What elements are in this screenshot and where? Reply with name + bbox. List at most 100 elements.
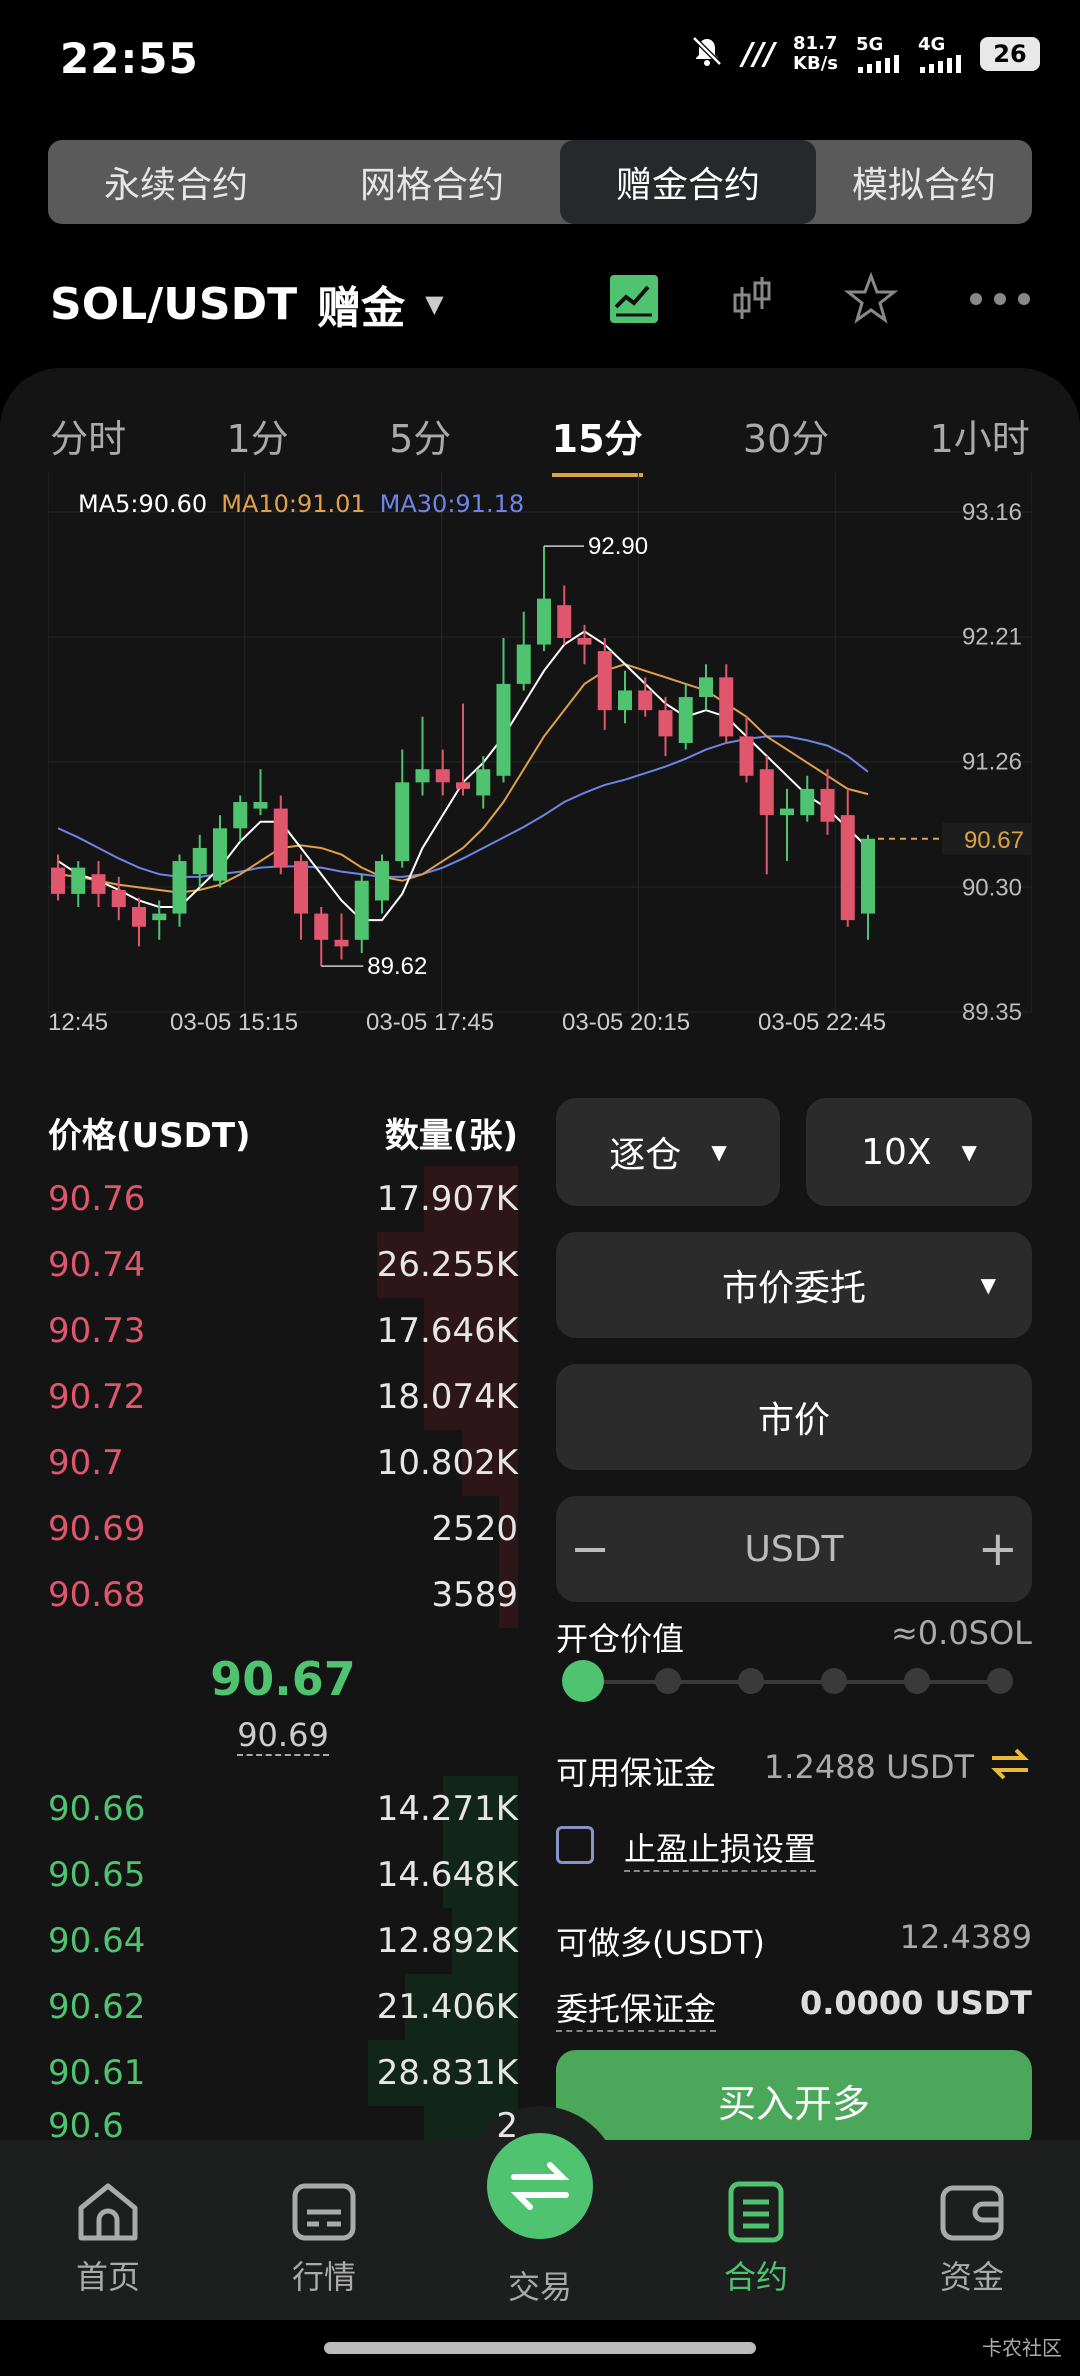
tab-demo[interactable]: 模拟合约 <box>816 140 1032 224</box>
slider-tick[interactable] <box>904 1668 930 1694</box>
nav-home[interactable]: 首页 <box>28 2180 188 2298</box>
slider-knob[interactable] <box>562 1660 604 1702</box>
ask-row[interactable]: 90.74 26.255K <box>48 1232 518 1298</box>
margin-mode-select[interactable]: 逐仓 ▼ <box>556 1098 780 1206</box>
candle-body <box>334 939 349 947</box>
bid-qty: 14.648K <box>376 1855 518 1895</box>
minus-icon[interactable]: − <box>570 1521 610 1577</box>
home-indicator[interactable] <box>324 2342 756 2354</box>
bid-row[interactable]: 90.61 28.831K <box>48 2040 518 2106</box>
nav-market-label: 行情 <box>291 2258 356 2296</box>
order-margin-label: 委托保证金 <box>556 1984 717 2032</box>
net-speed-unit: KB/s <box>793 53 838 74</box>
ask-price: 90.76 <box>48 1179 146 1219</box>
ask-qty: 17.646K <box>376 1311 518 1351</box>
ask-row[interactable]: 90.76 17.907K <box>48 1166 518 1232</box>
bid-row[interactable]: 90.62 21.406K <box>48 1974 518 2040</box>
x-tick-label: 03-05 15:15 <box>170 1009 298 1032</box>
ask-qty: 3589 <box>431 1575 518 1615</box>
ask-price: 90.69 <box>48 1509 146 1549</box>
candle-body <box>71 867 86 894</box>
watermark: 卡农社区 <box>982 2336 1062 2360</box>
y-tick-label: 90.30 <box>962 874 1022 901</box>
y-tick-label: 92.21 <box>962 624 1022 651</box>
ask-row[interactable]: 90.69 2520 <box>48 1496 518 1562</box>
net-speed-value: 81.7 <box>793 33 838 54</box>
trade-fab[interactable] <box>460 2106 620 2266</box>
pair-name: SOL/USDT <box>50 278 298 330</box>
tab-bonus[interactable]: 赠金合约 <box>560 140 816 224</box>
tpsl-label[interactable]: 止盈止损设置 <box>624 1824 817 1872</box>
bid-price: 90.62 <box>48 1987 146 2027</box>
leverage-value: 10X <box>861 1131 932 1173</box>
candle-body <box>314 913 329 940</box>
interval-tab[interactable]: 1分 <box>227 398 289 477</box>
signal-4g-label: 4G <box>918 34 946 55</box>
bid-qty: 28.831K <box>376 2053 518 2093</box>
ask-price: 90.73 <box>48 1311 146 1351</box>
nav-funds[interactable]: 资金 <box>892 2180 1052 2298</box>
x-tick-label: 03-05 20:15 <box>562 1009 690 1032</box>
tab-perpetual[interactable]: 永续合约 <box>48 140 304 224</box>
price-field[interactable]: 市价 <box>556 1364 1032 1470</box>
leverage-select[interactable]: 10X ▼ <box>806 1098 1032 1206</box>
tpsl-checkbox[interactable] <box>556 1826 594 1864</box>
nav-trade[interactable]: 交易 <box>460 2262 620 2308</box>
line-chart-icon[interactable] <box>608 273 660 329</box>
amount-input[interactable]: − USDT + <box>556 1496 1032 1602</box>
candle-body <box>840 815 855 921</box>
pair-selector[interactable]: SOL/USDT 赠金 ▼ <box>50 272 444 336</box>
slider-tick[interactable] <box>987 1668 1013 1694</box>
slider-tick[interactable] <box>821 1668 847 1694</box>
interval-tab[interactable]: 分时 <box>50 398 126 477</box>
candle-body <box>213 828 227 881</box>
transfer-icon[interactable] <box>988 1744 1032 1788</box>
y-tick-label: 89.35 <box>962 999 1022 1026</box>
order-type-select[interactable]: 市价委托 ▼ <box>556 1232 1032 1338</box>
bid-row[interactable]: 90.65 14.648K <box>48 1842 518 1908</box>
buy-long-button[interactable]: 买入开多 <box>556 2050 1032 2150</box>
candlestick-icon[interactable] <box>730 273 774 329</box>
margin-mode-value: 逐仓 <box>609 1135 682 1176</box>
nav-contract[interactable]: 合约 <box>676 2180 836 2298</box>
candlestick-chart[interactable]: 93.16 92.21 91.26 90.30 89.35 12:45 03-05 15:1… <box>48 472 1032 1032</box>
interval-tab[interactable]: 1小时 <box>930 398 1030 477</box>
y-tick-label: 91.26 <box>962 748 1022 775</box>
home-icon <box>78 2183 138 2241</box>
candle-body <box>861 838 875 914</box>
ask-price: 90.68 <box>48 1575 146 1615</box>
candle-body <box>294 861 308 914</box>
ask-row[interactable]: 90.72 18.074K <box>48 1364 518 1430</box>
candle-body <box>780 808 794 816</box>
bid-row[interactable]: 90.64 12.892K <box>48 1908 518 1974</box>
nav-market[interactable]: 行情 <box>244 2180 404 2298</box>
interval-tab[interactable]: 30分 <box>743 398 829 477</box>
bid-row[interactable]: 90.66 14.271K <box>48 1776 518 1842</box>
interval-tabs: 分时 1分 5分 15分 30分 1小时 <box>0 398 1080 477</box>
ask-row[interactable]: 90.7 10.802K <box>48 1430 518 1496</box>
hd-icon: /// <box>742 36 776 72</box>
interval-tab[interactable]: 5分 <box>389 398 451 477</box>
ask-row[interactable]: 90.73 17.646K <box>48 1298 518 1364</box>
candle-body <box>111 889 126 908</box>
candle-body <box>172 861 187 914</box>
slider-tick[interactable] <box>738 1668 764 1694</box>
open-value-label: 开仓价值 <box>556 1620 685 1658</box>
more-icon[interactable] <box>968 289 1032 313</box>
candle-body <box>597 651 612 711</box>
amount-slider[interactable] <box>586 1680 1006 1684</box>
interval-tab-active[interactable]: 15分 <box>551 398 643 477</box>
ask-row[interactable]: 90.68 3589 <box>48 1562 518 1628</box>
ma30-label: MA30:91.18 <box>379 490 525 518</box>
ask-qty: 26.255K <box>376 1245 518 1285</box>
slider-tick[interactable] <box>655 1668 681 1694</box>
plus-icon[interactable]: + <box>978 1521 1018 1577</box>
star-icon[interactable] <box>843 271 899 330</box>
order-type-value: 市价委托 <box>721 1268 866 1309</box>
candle-body <box>557 605 572 638</box>
tab-grid[interactable]: 网格合约 <box>304 140 560 224</box>
qty-header: 数量(张) <box>384 1116 518 1156</box>
candle-body <box>719 677 734 737</box>
caret-down-icon: ▼ <box>711 1140 727 1164</box>
candle-body <box>253 802 268 809</box>
